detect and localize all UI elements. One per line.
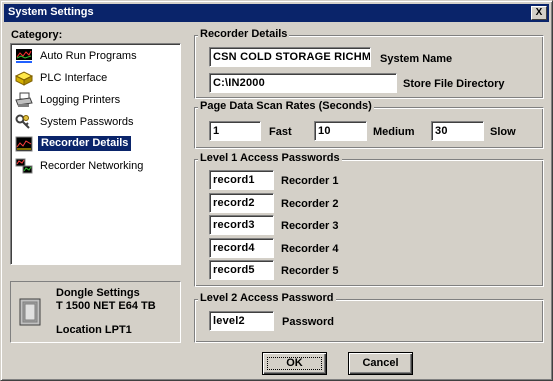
category-heading: Category: [11, 29, 63, 41]
window-title: System Settings [8, 6, 94, 18]
dongle-settings-title: Dongle Settings [56, 287, 140, 299]
level2-password-label: Password [282, 316, 334, 328]
level2-password-title: Level 2 Access Password [198, 292, 336, 304]
recorder1-password-field[interactable]: record1 [209, 170, 274, 190]
category-list[interactable]: Auto Run Programs PLC Interface Logging … [10, 43, 181, 265]
category-item-label: System Passwords [40, 116, 134, 128]
dongle-icon [19, 298, 41, 326]
store-file-directory-label: Store File Directory [403, 78, 505, 90]
category-item-recorder-networking[interactable]: Recorder Networking [13, 156, 178, 177]
cancel-button[interactable]: Cancel [348, 352, 413, 375]
recorder4-label: Recorder 4 [281, 243, 339, 255]
fast-rate-label: Fast [269, 126, 292, 138]
category-item-label: Recorder Networking [40, 160, 144, 172]
recorder3-password-field[interactable]: record3 [209, 215, 274, 235]
category-item-label: Logging Printers [40, 94, 121, 106]
keys-icon [15, 114, 30, 129]
level1-passwords-title: Level 1 Access Passwords [198, 152, 342, 164]
chart-icon [16, 49, 32, 63]
recorder3-label: Recorder 3 [281, 220, 339, 232]
recorder-details-title: Recorder Details [198, 28, 290, 40]
category-item-label: PLC Interface [40, 72, 108, 84]
recorder-icon [15, 136, 33, 152]
system-name-field[interactable]: CSN COLD STORAGE RICHMO [209, 47, 371, 67]
title-bar[interactable]: System Settings X [4, 4, 549, 22]
recorder1-label: Recorder 1 [281, 175, 339, 187]
category-item-label: Auto Run Programs [40, 50, 137, 62]
close-button[interactable]: X [531, 6, 547, 20]
category-item-auto-run-programs[interactable]: Auto Run Programs [13, 46, 178, 67]
system-name-label: System Name [380, 53, 453, 65]
network-icon [15, 158, 33, 174]
ok-button[interactable]: OK [262, 352, 327, 375]
recorder5-label: Recorder 5 [281, 265, 339, 277]
category-item-label: Recorder Details [38, 136, 132, 151]
slow-rate-label: Slow [490, 126, 516, 138]
system-settings-window: System Settings X Category: Auto Run Pro… [0, 0, 553, 381]
recorder2-label: Recorder 2 [281, 198, 339, 210]
fast-rate-field[interactable]: 1 [209, 121, 261, 141]
printer-icon [15, 92, 33, 107]
recorder5-password-field[interactable]: record5 [209, 260, 274, 280]
store-file-directory-field[interactable]: C:\IN2000 [209, 73, 397, 93]
scan-rates-title: Page Data Scan Rates (Seconds) [198, 100, 374, 112]
level2-password-field[interactable]: level2 [209, 311, 274, 331]
category-item-logging-printers[interactable]: Logging Printers [13, 90, 178, 111]
recorder2-password-field[interactable]: record2 [209, 193, 274, 213]
recorder4-password-field[interactable]: record4 [209, 238, 274, 258]
dongle-id: T 1500 NET E64 TB [56, 300, 156, 312]
plc-icon [15, 71, 33, 86]
slow-rate-field[interactable]: 30 [431, 121, 484, 141]
category-item-recorder-details[interactable]: Recorder Details [13, 134, 178, 155]
dongle-settings-panel: Dongle Settings T 1500 NET E64 TB Locati… [10, 281, 181, 343]
category-item-system-passwords[interactable]: System Passwords [13, 112, 178, 133]
dongle-location: Location LPT1 [56, 324, 132, 336]
medium-rate-field[interactable]: 10 [314, 121, 367, 141]
category-item-plc-interface[interactable]: PLC Interface [13, 68, 178, 89]
medium-rate-label: Medium [373, 126, 415, 138]
